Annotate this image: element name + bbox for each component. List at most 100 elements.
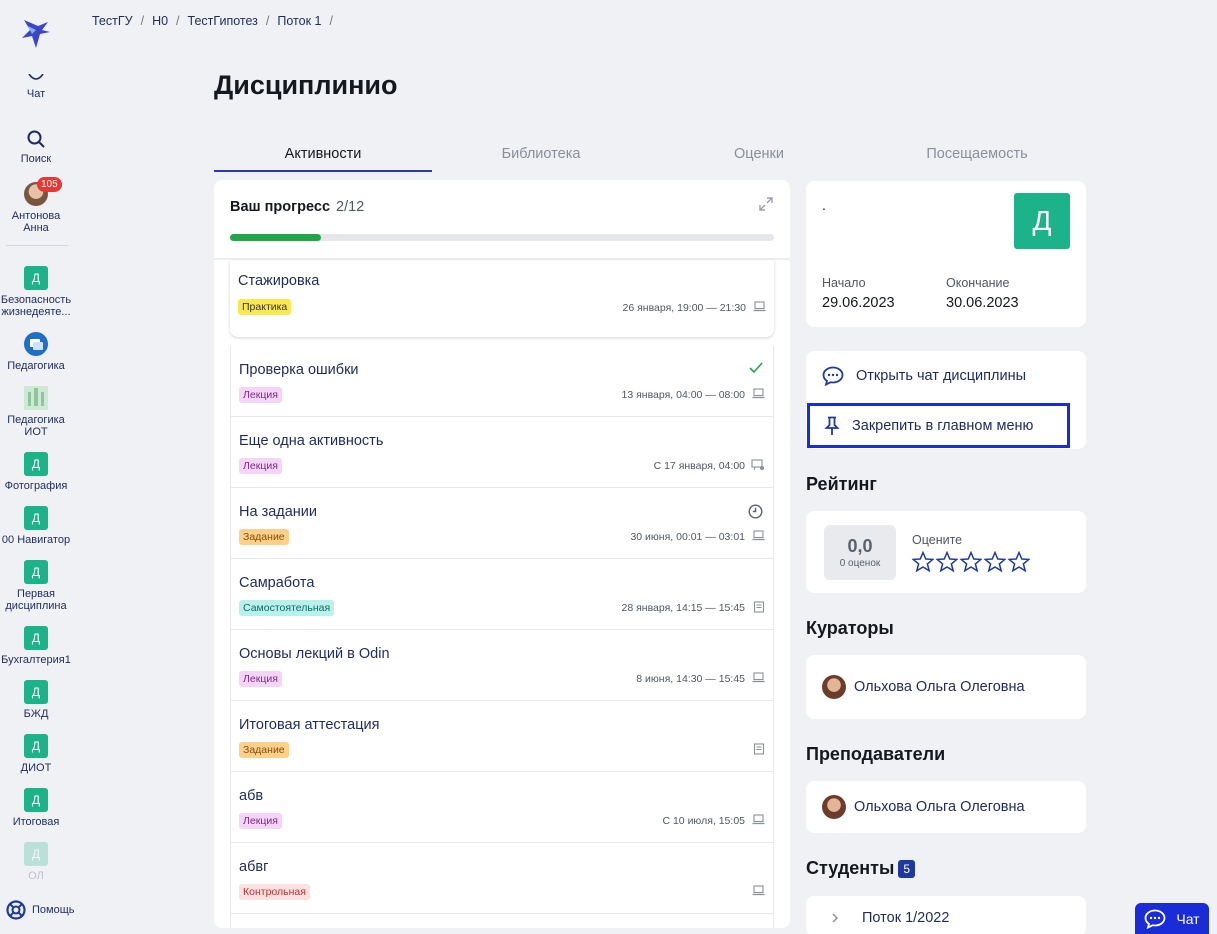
sidebar-divider: [6, 245, 68, 246]
sidebar-course-photo[interactable]: Д Фотография: [0, 452, 72, 492]
activity-date: С 10 июля, 15:05: [662, 815, 745, 827]
laptop-icon: [752, 672, 765, 683]
laptop-icon: [753, 301, 766, 312]
course-icon: Д: [24, 506, 48, 530]
star-icon[interactable]: [1008, 551, 1030, 573]
curator-name: Ольхова Ольга Олеговна: [854, 679, 1025, 695]
sidebar-course-first[interactable]: Д Первая дисциплина: [0, 560, 72, 612]
activity-row[interactable]: абв Лекция С 10 июля, 15:05: [231, 772, 773, 843]
search-icon: [27, 130, 45, 148]
activity-title: Основы лекций в Odin: [239, 646, 390, 662]
course-label: ОЛ: [28, 870, 44, 882]
activity-title: Еще одна активность: [239, 433, 384, 449]
course-label-2: жизнедеяте...: [1, 306, 71, 318]
sidebar-course-final[interactable]: Д Итоговая: [0, 788, 72, 828]
students-count-badge: 5: [898, 860, 916, 879]
course-label: БЖД: [23, 708, 49, 720]
course-label: Безопасность: [0, 294, 72, 306]
course-label: Первая: [17, 588, 55, 600]
course-icon: Д: [24, 842, 48, 866]
activity-title: абв: [239, 788, 264, 804]
sidebar-course-ol[interactable]: Д ОЛ: [0, 842, 72, 882]
breadcrumb-item[interactable]: Поток 1: [277, 14, 321, 28]
activity-list: Проверка ошибки Лекция 13 января, 04:00 …: [230, 346, 774, 928]
activity-row[interactable]: Основы лекций в Odin Лекция 8 июня, 14:3…: [231, 630, 773, 701]
chat-bubble-icon: [822, 366, 844, 386]
open-chat-label: Открыть чат дисциплины: [856, 367, 1026, 384]
activity-row[interactable]: Еще одна активность Лекция С 17 января, …: [231, 417, 773, 488]
activity-date: 26 января, 19:00 — 21:30: [622, 302, 746, 314]
sidebar-course-diot[interactable]: Д ДИОТ: [0, 734, 72, 774]
activity-row[interactable]: абвг Контрольная: [231, 843, 773, 914]
teacher-name: Ольхова Ольга Олеговна: [854, 799, 1025, 815]
stream-row[interactable]: Поток 1/2022: [806, 896, 1086, 934]
actions-card: Открыть чат дисциплины Закрепить в главн…: [806, 351, 1086, 449]
teachers-title: Преподаватели: [806, 744, 946, 764]
star-icon[interactable]: [960, 551, 982, 573]
chat-button-label: Чат: [1176, 910, 1200, 927]
breadcrumb: ТестГУ / Н0 / ТестГипотез / Поток 1 /: [92, 14, 333, 28]
pin-label: Закрепить в главном меню: [852, 417, 1034, 434]
sidebar-search-label: Поиск: [20, 153, 52, 165]
activity-row[interactable]: Проверка ошибки Лекция 13 января, 04:00 …: [231, 346, 773, 417]
tab-attendance[interactable]: Посещаемость: [868, 144, 1086, 172]
rating-score-box: 0,0 0 оценок: [824, 525, 896, 580]
activity-tag: Практика: [238, 299, 292, 315]
activity-title: Самработа: [239, 575, 315, 591]
tab-library[interactable]: Библиотека: [432, 144, 650, 172]
sidebar-course-bjd[interactable]: Д БЖД: [0, 680, 72, 720]
activity-tag: Лекция: [239, 813, 282, 829]
sidebar-course-bjd-long[interactable]: Д Безопасность жизнедеяте...: [0, 266, 72, 318]
expand-icon[interactable]: [758, 196, 774, 212]
pin-to-menu-button[interactable]: Закрепить в главном меню: [807, 403, 1070, 448]
sidebar-chat[interactable]: Чат: [0, 74, 72, 100]
breadcrumb-separator: /: [265, 14, 270, 28]
curator-card[interactable]: Ольхова Ольга Олеговна: [806, 655, 1086, 719]
breadcrumb-item[interactable]: ТестГУ: [92, 14, 133, 28]
sidebar-course-pedagogy[interactable]: Педагогика: [0, 332, 72, 372]
course-label: Педагогика: [7, 414, 65, 426]
star-icon[interactable]: [936, 551, 958, 573]
book-icon: [753, 743, 765, 755]
activity-date: 30 июня, 00:01 — 03:01: [630, 531, 745, 543]
progress-label: Ваш прогресс: [230, 199, 331, 215]
breadcrumb-item[interactable]: ТестГипотез: [188, 14, 258, 28]
tab-bar: Активности Библиотека Оценки Посещаемост…: [214, 144, 1086, 172]
sidebar-course-pedagogy-iot[interactable]: Педагогика ИОТ: [0, 386, 72, 438]
course-label: 00 Навигатор: [1, 534, 71, 546]
page-title: Дисциплинио: [214, 70, 398, 100]
chat-button[interactable]: Чат: [1135, 903, 1209, 934]
laptop-icon: [752, 885, 765, 896]
discipline-info-card: . Д Начало 29.06.2023 Окончание 30.06.20…: [806, 181, 1086, 327]
teacher-card[interactable]: Ольхова Ольга Олеговна: [806, 781, 1086, 833]
activity-title: Итоговая аттестация: [239, 717, 380, 733]
open-chat-button[interactable]: Открыть чат дисциплины: [806, 351, 1086, 400]
help-link[interactable]: Помощь: [6, 900, 75, 920]
sidebar: Чат Поиск Антонова Анна 105 Д Безопаснос…: [0, 0, 76, 934]
presentation-icon: [751, 459, 764, 471]
tab-activities[interactable]: Активности: [214, 144, 432, 172]
star-icon[interactable]: [984, 551, 1006, 573]
sidebar-search[interactable]: Поиск: [0, 129, 72, 165]
activity-tag: Самостоятельная: [239, 600, 335, 616]
sidebar-course-accounting[interactable]: Д Бухгалтерия1: [0, 626, 72, 666]
activity-row[interactable]: На задании Задание 30 июня, 00:01 — 03:0…: [231, 488, 773, 559]
sidebar-course-navigator[interactable]: Д 00 Навигатор: [0, 506, 72, 546]
logo-icon[interactable]: [18, 16, 54, 52]
rating-card: 0,0 0 оценок Оцените: [806, 511, 1086, 593]
laptop-icon: [752, 530, 765, 541]
activity-date: 13 января, 04:00 — 08:00: [621, 389, 745, 401]
star-icon[interactable]: [912, 551, 934, 573]
progress-count: 2/12: [336, 199, 365, 215]
activity-card[interactable]: Стажировка Практика 26 января, 19:00 — 2…: [230, 260, 774, 337]
breadcrumb-item[interactable]: Н0: [152, 14, 168, 28]
activity-row[interactable]: Итоговая аттестация Задание: [231, 701, 773, 772]
course-label: Бухгалтерия1: [1, 654, 71, 666]
curators-title: Кураторы: [806, 618, 894, 638]
pedagogy-course-icon: [24, 332, 48, 356]
tab-grades[interactable]: Оценки: [650, 144, 868, 172]
activity-tag: Задание: [239, 529, 289, 545]
sidebar-profile[interactable]: Антонова Анна: [0, 182, 72, 234]
course-icon: Д: [24, 680, 48, 704]
activity-row[interactable]: Самработа Самостоятельная 28 января, 14:…: [231, 559, 773, 630]
